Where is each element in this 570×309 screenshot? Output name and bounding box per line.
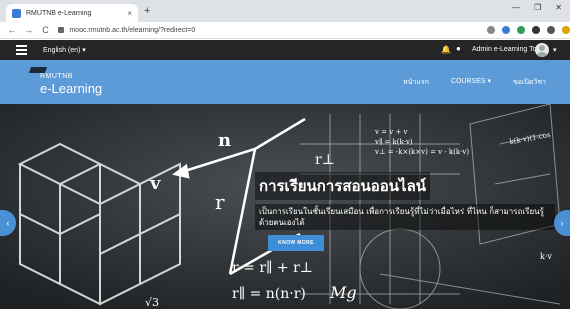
- url-text: mooc.rmutnb.ac.th/elearning/?redirect=0: [69, 26, 196, 34]
- tab-close-icon[interactable]: ×: [127, 9, 132, 18]
- logo-small-text: RMUTNB: [40, 73, 73, 80]
- hero-caption: การเรียนการสอนออนไลน์ เป็นการเรียนในชั้น…: [255, 172, 555, 230]
- main-menu: หน้าแรก COURSES ▾ ขอเปิดวิชา: [403, 77, 546, 88]
- profile-icon[interactable]: [562, 26, 570, 34]
- brand-bar: RMUTNB e-Learning หน้าแรก COURSES ▾ ขอเป…: [0, 60, 570, 104]
- label-mg: Mg: [329, 283, 357, 302]
- hamburger-menu-icon[interactable]: [16, 45, 27, 55]
- label-perp: r⊥: [315, 152, 335, 168]
- url-field[interactable]: mooc.rmutnb.ac.th/elearning/?redirect=0: [58, 24, 469, 37]
- star-icon[interactable]: [487, 26, 496, 34]
- site-favicon-icon: [12, 8, 21, 18]
- reload-icon[interactable]: C: [41, 25, 51, 35]
- hero-slider: v n r r⊥ r = r∥ + r⊥ r∥ = n(n·r) Mg √3 v…: [0, 104, 570, 309]
- language-selector[interactable]: English (en) ▾: [43, 46, 86, 54]
- hero-subtitle: เป็นการเรียนในชั้นเรียนเสมือน เพื่อการเร…: [255, 204, 555, 230]
- browser-tab[interactable]: RMUTNB e-Learning ×: [6, 4, 138, 22]
- logo-big-text: e-Learning: [40, 81, 103, 96]
- puzzle-icon[interactable]: [547, 26, 556, 34]
- site-top-nav: English (en) ▾ 🔔 ● Admin e-Learning Tool…: [0, 40, 570, 60]
- label-n: n: [218, 130, 231, 151]
- extension-icon[interactable]: [517, 26, 526, 34]
- lock-icon: [58, 27, 65, 33]
- label-sqrt: √3: [145, 296, 159, 309]
- formula-eq2: r∥ = n(n·r): [232, 286, 306, 302]
- extension-icon[interactable]: [502, 26, 511, 34]
- forward-icon[interactable]: →: [24, 25, 34, 35]
- menu-item-home[interactable]: หน้าแรก: [403, 77, 429, 88]
- window-controls: — ❐ ✕: [512, 3, 562, 12]
- label-v: v: [149, 173, 161, 194]
- formula-vec2: v∥ = k(k·v): [374, 138, 413, 146]
- maximize-icon[interactable]: ❐: [534, 3, 541, 12]
- know-more-button[interactable]: KNOW MORE: [268, 235, 324, 251]
- menu-item-request-course[interactable]: ขอเปิดวิชา: [513, 77, 546, 88]
- formula-vec3: v⊥ = -k×(k×v) = v - k(k·v): [374, 148, 469, 156]
- extension-icons: [487, 26, 570, 34]
- close-window-icon[interactable]: ✕: [555, 3, 562, 12]
- tab-title: RMUTNB e-Learning: [26, 9, 92, 17]
- avatar[interactable]: [535, 43, 549, 57]
- browser-tab-strip: RMUTNB e-Learning × + — ❐ ✕: [0, 0, 570, 22]
- label-r: r: [215, 190, 225, 214]
- hero-title: การเรียนการสอนออนไลน์: [255, 172, 431, 200]
- formula-vec1: v = v + v: [374, 128, 408, 136]
- extension-icon[interactable]: [532, 26, 541, 34]
- user-menu-caret-icon[interactable]: ▾: [553, 46, 557, 54]
- minimize-icon[interactable]: —: [512, 3, 520, 12]
- back-icon[interactable]: ←: [7, 25, 17, 35]
- new-tab-button[interactable]: +: [144, 4, 150, 18]
- bell-icon[interactable]: 🔔: [441, 45, 451, 54]
- menu-item-courses[interactable]: COURSES ▾: [451, 77, 491, 88]
- address-bar-row: ← → C mooc.rmutnb.ac.th/elearning/?redir…: [0, 22, 570, 39]
- label-kv: k·v: [540, 252, 552, 261]
- formula-eq1: r = r∥ + r⊥: [232, 260, 313, 276]
- chat-icon[interactable]: ●: [456, 44, 461, 53]
